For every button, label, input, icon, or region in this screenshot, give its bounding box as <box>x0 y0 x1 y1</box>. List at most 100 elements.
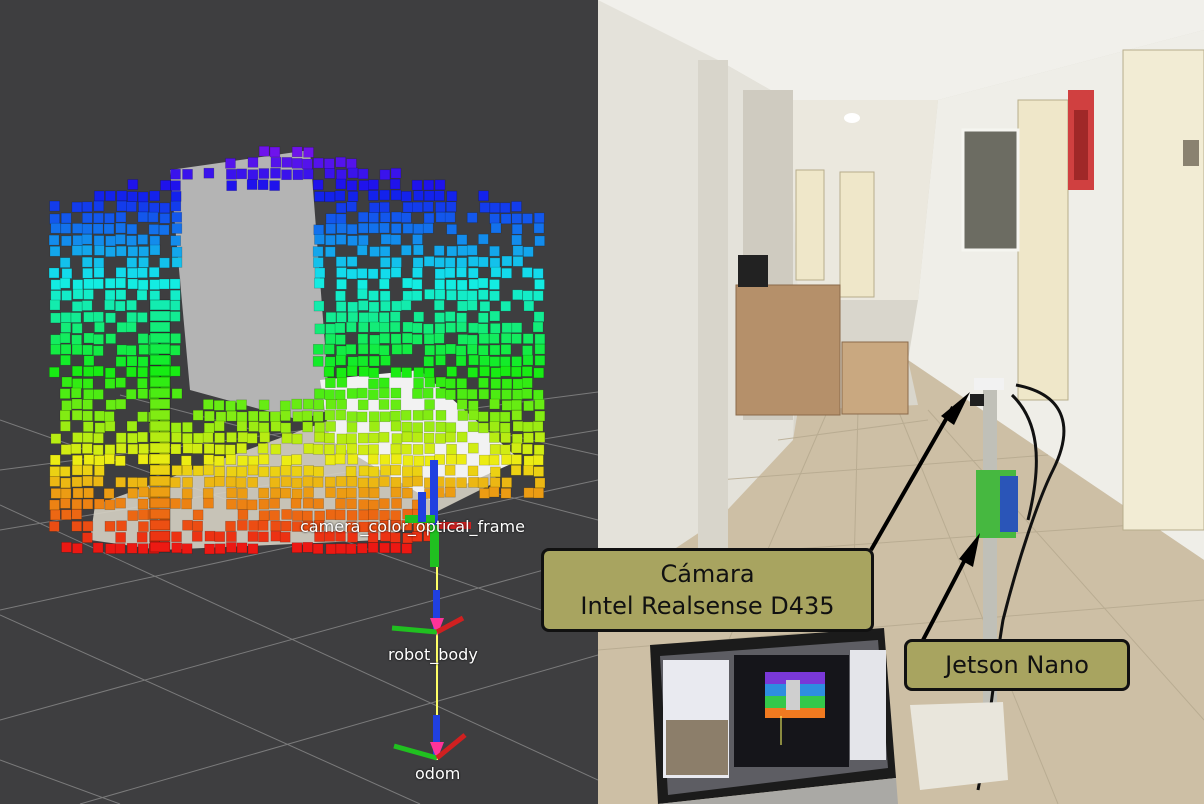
voxel <box>479 202 491 213</box>
voxel <box>269 510 280 521</box>
voxel <box>444 311 456 322</box>
voxel <box>479 355 490 366</box>
voxel <box>104 378 116 389</box>
voxel <box>104 499 116 511</box>
voxel <box>378 344 390 356</box>
voxel <box>512 245 524 257</box>
voxel <box>214 531 226 542</box>
voxel <box>126 311 138 323</box>
voxel <box>424 344 435 356</box>
voxel <box>94 190 105 202</box>
voxel <box>368 432 380 444</box>
voxel <box>280 410 291 422</box>
voxel <box>456 431 468 443</box>
voxel <box>149 508 171 520</box>
voxel <box>413 244 424 256</box>
voxel <box>213 400 225 411</box>
voxel <box>323 366 335 378</box>
voxel <box>246 432 258 444</box>
voxel <box>346 158 357 170</box>
voxel <box>49 299 61 311</box>
voxel <box>93 278 104 290</box>
voxel <box>149 398 171 410</box>
voxel <box>434 312 445 323</box>
voxel <box>61 268 73 279</box>
voxel <box>60 420 71 432</box>
voxel <box>71 334 82 346</box>
voxel <box>138 486 150 498</box>
voxel <box>72 279 84 290</box>
robot-body-axes <box>391 590 465 636</box>
rviz-scene <box>0 145 598 804</box>
voxel <box>71 365 83 377</box>
voxel <box>72 454 83 466</box>
voxel <box>137 453 149 465</box>
voxel <box>457 300 468 312</box>
voxel <box>49 213 60 225</box>
voxel <box>499 411 511 423</box>
voxel <box>424 443 436 454</box>
voxel <box>335 334 346 345</box>
voxel <box>192 443 203 454</box>
voxel <box>225 520 236 532</box>
voxel <box>380 233 392 245</box>
voxel <box>390 420 402 432</box>
voxel <box>379 278 390 290</box>
voxel <box>71 508 83 520</box>
voxel <box>92 542 104 554</box>
voxel <box>499 444 511 456</box>
voxel <box>368 378 379 390</box>
voxel <box>214 444 226 455</box>
voxel <box>237 431 249 443</box>
voxel <box>149 464 171 476</box>
voxel <box>92 223 104 235</box>
voxel <box>401 431 413 443</box>
voxel <box>389 178 401 190</box>
voxel <box>105 246 116 258</box>
voxel <box>257 520 269 531</box>
voxel <box>391 344 403 355</box>
voxel <box>534 477 546 489</box>
voxel <box>70 443 82 455</box>
voxel <box>314 277 325 289</box>
voxel <box>357 432 369 444</box>
voxel <box>479 488 490 499</box>
voxel <box>312 411 324 422</box>
voxel <box>71 398 83 410</box>
voxel <box>390 542 401 554</box>
voxel <box>347 311 359 323</box>
voxel <box>532 268 544 279</box>
voxel <box>137 431 148 443</box>
voxel <box>423 367 435 379</box>
voxel <box>61 290 72 301</box>
voxel <box>170 180 181 191</box>
rviz-3d-viewport[interactable]: camera_color_optical_frame robot_body od… <box>0 0 598 804</box>
voxel <box>434 179 446 191</box>
voxel <box>137 234 149 245</box>
voxel <box>379 189 390 201</box>
voxel <box>501 322 513 334</box>
voxel <box>446 190 458 202</box>
voxel <box>379 169 391 181</box>
voxel <box>72 432 83 443</box>
voxel <box>148 202 160 214</box>
voxel <box>500 300 512 312</box>
voxel <box>478 312 489 324</box>
voxel <box>104 520 116 532</box>
voxel <box>59 332 71 344</box>
voxel <box>424 421 435 432</box>
voxel <box>510 464 522 476</box>
voxel <box>523 400 534 412</box>
voxel <box>115 267 127 278</box>
voxel <box>225 454 237 465</box>
voxel <box>324 432 335 444</box>
voxel <box>489 411 501 423</box>
voxel <box>115 398 127 410</box>
voxel <box>149 290 161 301</box>
voxel <box>137 477 148 488</box>
voxel <box>423 323 434 335</box>
voxel <box>533 444 545 456</box>
voxel <box>258 531 269 543</box>
voxel <box>346 256 358 267</box>
voxel <box>434 323 446 334</box>
